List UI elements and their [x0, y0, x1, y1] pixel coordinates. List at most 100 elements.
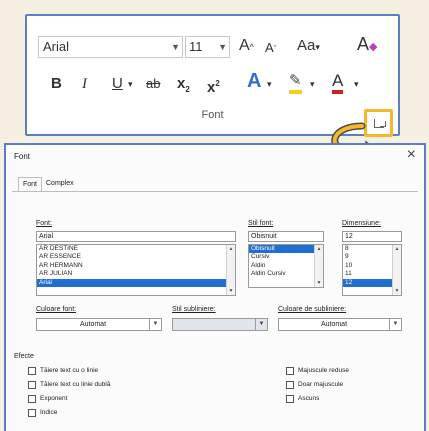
italic-button[interactable]: I	[82, 74, 87, 94]
change-case-button[interactable]: Aa▾	[297, 36, 320, 57]
bold-button[interactable]: B	[51, 74, 62, 94]
strikethrough-glyph: ab	[146, 76, 161, 91]
font-color-value: Automat	[79, 321, 107, 328]
text-effects-glyph: A	[247, 70, 262, 92]
style-field-value: Obisnuit	[251, 233, 277, 240]
checkbox-label: Ascuns	[298, 395, 320, 402]
underline-color-dropdown[interactable]: Automat ▼	[278, 318, 402, 331]
checkbox-icon[interactable]	[28, 395, 36, 403]
font-dialog: Font × Font Complex Font: Arial AR DESTI…	[4, 143, 426, 431]
checkbox-label: Doar majuscule	[298, 381, 344, 388]
checkbox-icon[interactable]	[28, 367, 36, 375]
list-item-selected[interactable]: Obisnuit	[249, 245, 323, 254]
underline-style-label: Stil subliniere:	[172, 306, 216, 313]
font-field-value: Arial	[39, 233, 54, 240]
underline-dropdown[interactable]: ▾	[128, 74, 133, 94]
close-icon[interactable]: ×	[407, 147, 416, 163]
change-case-glyph: Aa	[297, 37, 316, 54]
chevron-down-icon[interactable]: ▼	[255, 319, 267, 330]
scroll-up-icon[interactable]: ▲	[315, 246, 323, 252]
chevron-down-icon[interactable]: ▼	[389, 319, 401, 330]
checkbox-icon[interactable]	[286, 395, 294, 403]
chevron-down-icon[interactable]: ▼	[149, 319, 161, 330]
style-list-scrollbar[interactable]: ▲ ▼	[314, 245, 323, 287]
font-size-combo[interactable]: 11 ▼	[185, 36, 230, 58]
grow-font-glyph: A	[239, 37, 250, 54]
list-item-selected[interactable]: Arial	[37, 278, 235, 288]
checkbox-label: Majuscule reduse	[298, 367, 349, 374]
font-field[interactable]: Arial	[36, 231, 236, 242]
scroll-down-icon[interactable]: ▼	[315, 280, 323, 286]
size-label: Dimensiune:	[342, 220, 381, 227]
subscript-mark: 2	[185, 85, 190, 94]
font-list[interactable]: AR DESTINE AR ESSENCE AR HERMANN AR JULI…	[36, 244, 236, 296]
shrink-font-button[interactable]: Aˇ	[265, 38, 277, 59]
all-caps-checkbox[interactable]: Doar majuscule	[286, 380, 343, 390]
text-effects-dropdown[interactable]: ▾	[267, 74, 272, 94]
tab-complex[interactable]: Complex	[42, 177, 78, 191]
font-color-label: Culoare font:	[36, 306, 77, 313]
list-item[interactable]: Aldin Cursiv	[249, 270, 323, 278]
size-list-scrollbar[interactable]: ▲ ▼	[392, 245, 401, 295]
list-item[interactable]: Cursiv	[249, 253, 323, 261]
checkbox-icon[interactable]	[28, 381, 36, 389]
double-strikethrough-checkbox[interactable]: Tăiere text cu linie dublă	[28, 380, 110, 390]
size-list[interactable]: 8 9 10 11 12 ▲ ▼	[342, 244, 402, 296]
highlighter-icon: ✎	[289, 72, 302, 89]
font-color-glyph: A	[332, 71, 344, 90]
tab-font[interactable]: Font	[18, 177, 43, 192]
font-list-scrollbar[interactable]: ▲ ▼	[226, 245, 235, 295]
checkbox-icon[interactable]	[286, 381, 294, 389]
font-label: Font:	[36, 220, 52, 227]
underline-color-value: Automat	[320, 321, 348, 328]
subscript-checkbox[interactable]: Indice	[28, 408, 57, 418]
clear-formatting-button[interactable]: A◆	[357, 34, 377, 57]
text-effects-button[interactable]: A	[247, 71, 261, 91]
chevron-down-icon[interactable]: ▼	[218, 37, 227, 57]
highlight-button[interactable]: ✎	[289, 72, 302, 94]
size-field[interactable]: 12	[342, 231, 402, 242]
font-color-dropdown[interactable]: Automat ▼	[36, 318, 162, 331]
scroll-up-icon[interactable]: ▲	[227, 246, 235, 252]
superscript-checkbox[interactable]: Exponent	[28, 394, 67, 404]
list-item[interactable]: AR ESSENCE	[37, 253, 235, 261]
eraser-icon: ◆	[369, 41, 378, 53]
list-item[interactable]: AR DESTINE	[37, 245, 235, 253]
style-list[interactable]: Obisnuit Cursiv Aldin Aldin Cursiv ▲ ▼	[248, 244, 324, 288]
underline-color-label: Culoare de subliniere:	[278, 306, 347, 313]
checkbox-icon[interactable]	[286, 367, 294, 375]
highlight-dropdown[interactable]: ▾	[310, 74, 315, 94]
scroll-down-icon[interactable]: ▼	[393, 288, 401, 294]
scroll-up-icon[interactable]: ▲	[393, 246, 401, 252]
effects-title: Efecte	[14, 353, 34, 360]
list-item[interactable]: AR JULIAN	[37, 270, 235, 278]
font-size-value: 11	[189, 39, 203, 54]
scroll-down-icon[interactable]: ▼	[227, 288, 235, 294]
checkbox-label: Tăiere text cu linie dublă	[40, 381, 111, 388]
list-item[interactable]: AR HERMANN	[37, 262, 235, 270]
chevron-down-icon[interactable]: ▼	[171, 37, 180, 57]
style-label: Stil font:	[248, 220, 274, 227]
checkbox-label: Exponent	[40, 395, 68, 402]
hidden-checkbox[interactable]: Ascuns	[286, 394, 319, 404]
bold-glyph: B	[51, 75, 62, 92]
underline-glyph: U	[112, 75, 123, 92]
tab-divider	[12, 191, 418, 192]
style-field[interactable]: Obisnuit	[248, 231, 324, 242]
font-name-combo[interactable]: Arial ▼	[38, 36, 183, 58]
list-item[interactable]: Aldin	[249, 262, 323, 270]
grow-font-button[interactable]: A^	[239, 36, 254, 57]
underline-button[interactable]: U	[112, 74, 123, 94]
superscript-mark: 2	[215, 79, 220, 88]
underline-style-dropdown[interactable]: ▼	[172, 318, 268, 331]
checkbox-icon[interactable]	[28, 409, 36, 417]
shrink-font-glyph: A	[265, 40, 274, 55]
small-caps-checkbox[interactable]: Majuscule reduse	[286, 366, 349, 376]
strikethrough-checkbox[interactable]: Tăiere text cu o linie	[28, 366, 98, 376]
font-color-dropdown[interactable]: ▾	[354, 74, 359, 94]
strikethrough-button[interactable]: ab	[146, 74, 160, 94]
superscript-button[interactable]: x2	[207, 74, 220, 98]
font-name-value: Arial	[43, 39, 70, 54]
font-color-button[interactable]: A	[332, 71, 344, 94]
subscript-button[interactable]: x2	[177, 74, 190, 100]
